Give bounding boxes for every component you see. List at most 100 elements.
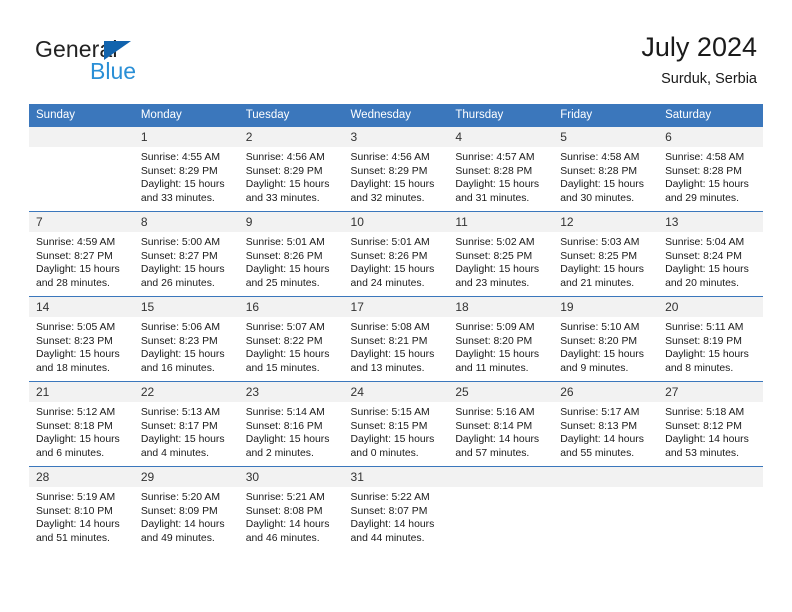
day-cell[interactable]: 24 Sunrise: 5:15 AM Sunset: 8:15 PM Dayl… xyxy=(343,381,449,467)
daylight-text-line2: and 18 minutes. xyxy=(36,362,110,374)
page-subtitle-location: Surduk, Serbia xyxy=(661,71,757,87)
daylight-text-line2: and 55 minutes. xyxy=(560,447,635,459)
day-cell[interactable]: 11 Sunrise: 5:02 AM Sunset: 8:25 PM Dayl… xyxy=(448,211,554,297)
day-cell[interactable]: 6 Sunrise: 4:58 AM Sunset: 8:28 PM Dayli… xyxy=(658,126,763,212)
day-cell[interactable]: 25 Sunrise: 5:16 AM Sunset: 8:14 PM Dayl… xyxy=(448,381,554,467)
sunset-text: Sunset: 8:23 PM xyxy=(36,335,113,347)
day-details: Sunrise: 4:56 AM Sunset: 8:29 PM Dayligh… xyxy=(344,147,449,205)
day-cell[interactable]: 16 Sunrise: 5:07 AM Sunset: 8:22 PM Dayl… xyxy=(238,296,344,382)
day-cell[interactable]: 22 Sunrise: 5:13 AM Sunset: 8:17 PM Dayl… xyxy=(133,381,239,467)
day-cell[interactable]: 31 Sunrise: 5:22 AM Sunset: 8:07 PM Dayl… xyxy=(343,466,449,551)
daylight-text-line1: Daylight: 15 hours xyxy=(245,434,330,445)
day-cell[interactable]: 27 Sunrise: 5:18 AM Sunset: 8:12 PM Dayl… xyxy=(658,381,763,467)
day-cell[interactable]: 13 Sunrise: 5:04 AM Sunset: 8:24 PM Dayl… xyxy=(658,211,763,297)
sunrise-text: Sunrise: 5:08 AM xyxy=(350,322,430,333)
day-details: Sunrise: 5:14 AM Sunset: 8:16 PM Dayligh… xyxy=(239,402,344,460)
day-number: 14 xyxy=(29,297,134,317)
day-number: 27 xyxy=(658,382,763,402)
daylight-text-line1: Daylight: 14 hours xyxy=(560,434,644,445)
weekday-header-monday: Monday xyxy=(133,104,239,127)
daylight-text-line2: and 29 minutes. xyxy=(665,192,739,204)
day-cell[interactable]: 15 Sunrise: 5:06 AM Sunset: 8:23 PM Dayl… xyxy=(133,296,239,382)
sunrise-text: Sunrise: 5:06 AM xyxy=(140,322,220,333)
daylight-text-line2: and 46 minutes. xyxy=(245,532,320,544)
day-cell[interactable]: 28 Sunrise: 5:19 AM Sunset: 8:10 PM Dayl… xyxy=(29,466,134,551)
day-cell[interactable]: 1 Sunrise: 4:55 AM Sunset: 8:29 PM Dayli… xyxy=(133,126,239,212)
daylight-text-line1: Daylight: 15 hours xyxy=(560,179,644,190)
day-details: Sunrise: 4:57 AM Sunset: 8:28 PM Dayligh… xyxy=(448,147,553,205)
day-cell[interactable]: 23 Sunrise: 5:14 AM Sunset: 8:16 PM Dayl… xyxy=(238,381,344,467)
day-cell[interactable]: 12 Sunrise: 5:03 AM Sunset: 8:25 PM Dayl… xyxy=(553,211,659,297)
sunrise-text: Sunrise: 4:57 AM xyxy=(455,152,535,163)
day-number: 28 xyxy=(29,467,134,487)
week-row: 28 Sunrise: 5:19 AM Sunset: 8:10 PM Dayl… xyxy=(29,466,763,551)
sunrise-text: Sunrise: 4:58 AM xyxy=(560,152,640,163)
daylight-text-line1: Daylight: 14 hours xyxy=(455,434,540,445)
day-details: Sunrise: 5:05 AM Sunset: 8:23 PM Dayligh… xyxy=(29,317,134,375)
day-cell[interactable]: 30 Sunrise: 5:21 AM Sunset: 8:08 PM Dayl… xyxy=(238,466,344,551)
day-number: 23 xyxy=(238,382,344,402)
daylight-text-line2: and 44 minutes. xyxy=(350,532,425,544)
day-cell[interactable]: 3 Sunrise: 4:56 AM Sunset: 8:29 PM Dayli… xyxy=(343,126,449,212)
day-cell[interactable]: 7 Sunrise: 4:59 AM Sunset: 8:27 PM Dayli… xyxy=(29,211,134,297)
daylight-text-line2: and 4 minutes. xyxy=(140,447,210,459)
day-number: 5 xyxy=(553,127,659,147)
daylight-text-line1: Daylight: 15 hours xyxy=(36,434,120,445)
day-details: Sunrise: 5:02 AM Sunset: 8:25 PM Dayligh… xyxy=(448,232,553,290)
day-cell[interactable]: 4 Sunrise: 4:57 AM Sunset: 8:28 PM Dayli… xyxy=(448,126,554,212)
daylight-text-line2: and 30 minutes. xyxy=(560,192,635,204)
sunset-text: Sunset: 8:19 PM xyxy=(665,335,742,347)
day-cell[interactable]: 2 Sunrise: 4:56 AM Sunset: 8:29 PM Dayli… xyxy=(238,126,344,212)
day-details: Sunrise: 5:01 AM Sunset: 8:26 PM Dayligh… xyxy=(344,232,449,290)
day-cell[interactable]: 29 Sunrise: 5:20 AM Sunset: 8:09 PM Dayl… xyxy=(133,466,239,551)
daylight-text-line1: Daylight: 15 hours xyxy=(350,434,435,445)
sunrise-text: Sunrise: 5:10 AM xyxy=(560,322,640,333)
sunset-text: Sunset: 8:18 PM xyxy=(36,420,113,432)
day-cell[interactable]: 18 Sunrise: 5:09 AM Sunset: 8:20 PM Dayl… xyxy=(448,296,554,382)
sunset-text: Sunset: 8:25 PM xyxy=(455,250,533,262)
daylight-text-line1: Daylight: 15 hours xyxy=(665,349,749,360)
day-number: 21 xyxy=(29,382,134,402)
week-row: 7 Sunrise: 4:59 AM Sunset: 8:27 PM Dayli… xyxy=(29,211,763,297)
day-cell[interactable]: 9 Sunrise: 5:01 AM Sunset: 8:26 PM Dayli… xyxy=(238,211,344,297)
sunrise-text: Sunrise: 5:20 AM xyxy=(140,492,220,503)
sunrise-text: Sunrise: 5:05 AM xyxy=(36,322,116,333)
day-cell[interactable]: 5 Sunrise: 4:58 AM Sunset: 8:28 PM Dayli… xyxy=(553,126,659,212)
daylight-text-line2: and 13 minutes. xyxy=(350,362,425,374)
daylight-text-line2: and 26 minutes. xyxy=(140,277,215,289)
day-cell[interactable]: 17 Sunrise: 5:08 AM Sunset: 8:21 PM Dayl… xyxy=(343,296,449,382)
day-cell[interactable] xyxy=(29,126,134,212)
daylight-text-line2: and 33 minutes. xyxy=(245,192,320,204)
day-details: Sunrise: 5:06 AM Sunset: 8:23 PM Dayligh… xyxy=(134,317,239,375)
sunrise-text: Sunrise: 5:13 AM xyxy=(140,407,220,418)
day-cell-empty xyxy=(448,466,554,551)
sunrise-text: Sunrise: 5:15 AM xyxy=(350,407,430,418)
sunset-text: Sunset: 8:16 PM xyxy=(245,420,323,432)
day-number: 26 xyxy=(553,382,659,402)
day-cell[interactable]: 19 Sunrise: 5:10 AM Sunset: 8:20 PM Dayl… xyxy=(553,296,659,382)
day-details: Sunrise: 5:04 AM Sunset: 8:24 PM Dayligh… xyxy=(658,232,763,290)
day-cell[interactable]: 20 Sunrise: 5:11 AM Sunset: 8:19 PM Dayl… xyxy=(658,296,763,382)
day-number: 13 xyxy=(658,212,763,232)
sunrise-text: Sunrise: 4:55 AM xyxy=(140,152,220,163)
sunset-text: Sunset: 8:29 PM xyxy=(350,165,428,177)
daylight-text-line1: Daylight: 15 hours xyxy=(665,179,749,190)
daylight-text-line2: and 57 minutes. xyxy=(455,447,530,459)
calendar-page: General Blue July 2024 Surduk, Serbia Su… xyxy=(0,0,792,612)
daylight-text-line2: and 15 minutes. xyxy=(245,362,320,374)
day-cell[interactable]: 21 Sunrise: 5:12 AM Sunset: 8:18 PM Dayl… xyxy=(29,381,134,467)
day-cell[interactable]: 10 Sunrise: 5:01 AM Sunset: 8:26 PM Dayl… xyxy=(343,211,449,297)
sunrise-text: Sunrise: 5:12 AM xyxy=(36,407,116,418)
sunset-text: Sunset: 8:27 PM xyxy=(140,250,218,262)
day-cell[interactable]: 8 Sunrise: 5:00 AM Sunset: 8:27 PM Dayli… xyxy=(133,211,239,297)
sunset-text: Sunset: 8:17 PM xyxy=(140,420,218,432)
day-details: Sunrise: 4:56 AM Sunset: 8:29 PM Dayligh… xyxy=(239,147,344,205)
week-row: 21 Sunrise: 5:12 AM Sunset: 8:18 PM Dayl… xyxy=(29,381,763,467)
sunset-text: Sunset: 8:20 PM xyxy=(455,335,533,347)
day-details: Sunrise: 5:20 AM Sunset: 8:09 PM Dayligh… xyxy=(134,487,239,545)
day-number: 16 xyxy=(238,297,344,317)
day-cell[interactable]: 26 Sunrise: 5:17 AM Sunset: 8:13 PM Dayl… xyxy=(553,381,659,467)
day-number: 9 xyxy=(238,212,344,232)
sunrise-text: Sunrise: 5:03 AM xyxy=(560,237,640,248)
day-cell[interactable]: 14 Sunrise: 5:05 AM Sunset: 8:23 PM Dayl… xyxy=(29,296,134,382)
